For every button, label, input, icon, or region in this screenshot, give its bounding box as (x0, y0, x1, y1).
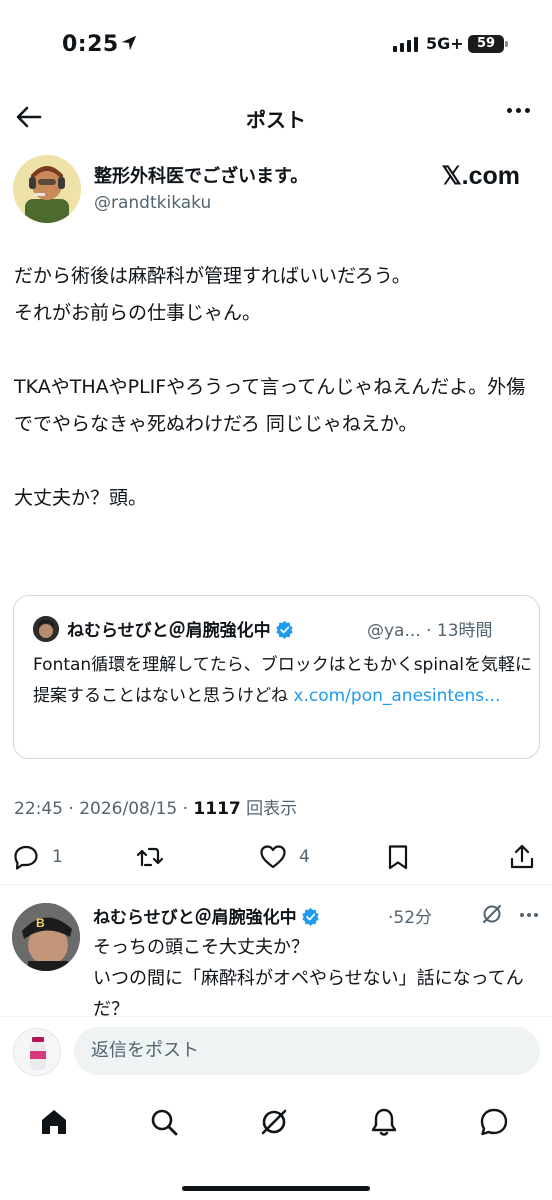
verified-icon (301, 907, 319, 926)
grok-icon (261, 1109, 287, 1135)
bottom-tab-bar (0, 1088, 552, 1200)
quote-time: 13時間 (436, 621, 493, 641)
like-count: 4 (299, 847, 310, 867)
tweet-text: だから術後は麻酔科が管理すればいいだろう。 それがお前らの仕事じゃん。 TKAや… (14, 265, 526, 509)
svg-text:B: B (36, 916, 45, 930)
reply-avatar[interactable]: B (12, 903, 80, 971)
status-bar: 0:25 5G+ 59 (0, 0, 552, 90)
author-handle[interactable]: @randtkikaku (94, 193, 211, 213)
tab-messages[interactable] (474, 1102, 514, 1142)
reply-time-value: 52分 (393, 908, 433, 928)
reply-more-icon[interactable] (520, 913, 538, 917)
tab-notifications[interactable] (364, 1102, 404, 1142)
reply-count: 1 (52, 847, 63, 867)
post-meta: 22:45 · 2026/08/15 · 1117 回表示 (14, 799, 298, 819)
views-label: 回表示 (246, 799, 298, 819)
quote-meta: @ya... · 13時間 (367, 621, 493, 641)
bookmark-button[interactable] (384, 842, 412, 872)
repost-icon (136, 847, 164, 867)
bookmark-icon (388, 845, 408, 870)
grok-icon[interactable] (480, 902, 504, 926)
post-header: ポスト (0, 92, 552, 142)
tab-search[interactable] (144, 1102, 184, 1142)
quote-author-name: ねむらせびと＠肩腕強化中 (67, 621, 271, 641)
views-count: 1117 (193, 799, 241, 819)
author-name[interactable]: 整形外科医でございます。 (94, 162, 308, 188)
reply-author-name: ねむらせびと＠肩腕強化中 (93, 908, 297, 928)
author-avatar[interactable] (13, 155, 81, 223)
reply-author[interactable]: ねむらせびと＠肩腕強化中 (93, 903, 320, 928)
quoted-post[interactable]: ねむらせびと＠肩腕強化中 @ya... · 13時間 Fontan循環を理解して… (13, 595, 540, 759)
reply-button[interactable]: 1 (12, 842, 63, 872)
quote-avatar (33, 616, 59, 642)
divider (0, 884, 552, 885)
share-button[interactable] (508, 842, 536, 872)
compose-bar: 返信をポスト (0, 1016, 552, 1086)
reply-icon (14, 845, 38, 870)
quote-text: Fontan循環を理解してたら、ブロックはともかくspinalを気軽に提案するこ… (33, 650, 533, 712)
xcom-logo: 𝕏.com (441, 162, 521, 190)
like-icon (260, 845, 286, 869)
page-title: ポスト (246, 108, 306, 132)
post-date: 2026/08/15 (79, 799, 178, 819)
reply-time: ·52分 (388, 908, 433, 928)
post-time: 22:45 (14, 799, 63, 819)
reply-input[interactable]: 返信をポスト (74, 1027, 540, 1075)
notifications-icon (371, 1108, 397, 1136)
my-avatar[interactable] (13, 1028, 61, 1076)
home-indicator (182, 1186, 370, 1191)
quote-handle: @ya... (367, 621, 421, 641)
more-icon[interactable] (507, 108, 530, 113)
verified-icon (275, 620, 293, 639)
signal-icon (393, 36, 418, 52)
network-type: 5G+ (426, 34, 464, 53)
home-icon (42, 1110, 66, 1134)
share-icon (510, 844, 534, 869)
like-button[interactable]: 4 (259, 842, 310, 872)
tab-grok[interactable] (254, 1102, 294, 1142)
messages-icon (480, 1108, 508, 1136)
status-time: 0:25 (62, 32, 119, 57)
quote-link[interactable]: x.com/pon_anesintens... (293, 686, 500, 706)
action-bar: 1 4 (0, 836, 552, 880)
location-arrow-icon (121, 35, 137, 51)
quote-author: ねむらせびと＠肩腕強化中 (67, 616, 294, 641)
tab-home[interactable] (34, 1102, 74, 1142)
reply-text: そっちの頭こそ大丈夫か？ いつの間に「麻酔科がオペやらせない」話になってんだ？ (93, 937, 524, 1020)
search-icon (151, 1109, 178, 1136)
repost-button[interactable] (136, 842, 164, 872)
battery-icon: 59 (468, 35, 508, 53)
